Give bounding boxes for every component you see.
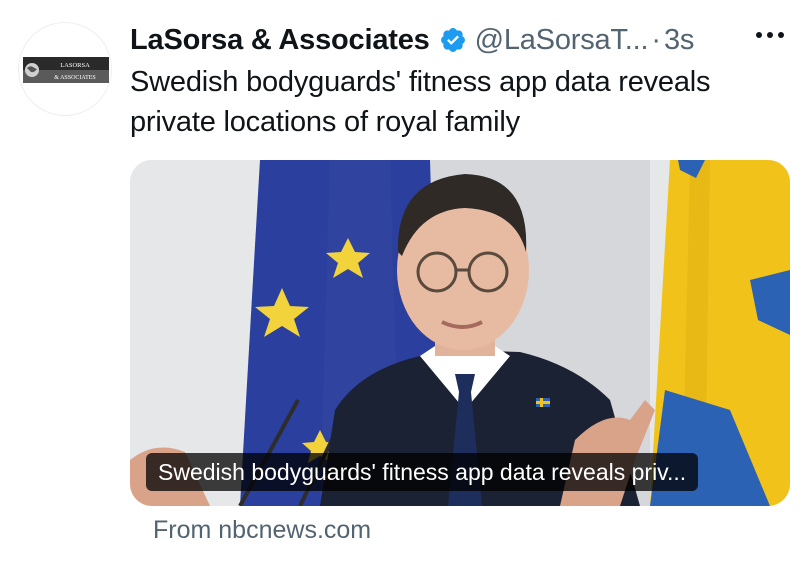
logo-text-bottom: & ASSOCIATES xyxy=(54,75,96,81)
display-name[interactable]: LaSorsa & Associates xyxy=(130,24,430,57)
avatar[interactable]: LASORSA & ASSOCIATES xyxy=(18,22,112,116)
tweet[interactable]: LASORSA & ASSOCIATES LaSorsa & Associate… xyxy=(0,0,808,561)
more-dots-icon[interactable] xyxy=(756,32,784,38)
timestamp[interactable]: 3s xyxy=(664,24,694,57)
card-caption: Swedish bodyguards' fitness app data rev… xyxy=(146,453,699,491)
link-source[interactable]: From nbcnews.com xyxy=(153,516,371,545)
user-handle[interactable]: @LaSorsaT... xyxy=(475,24,649,57)
company-logo: LASORSA & ASSOCIATES xyxy=(23,57,109,83)
separator-dot: · xyxy=(651,23,661,56)
logo-text-top: LASORSA xyxy=(60,62,90,69)
tweet-text: Swedish bodyguards' fitness app data rev… xyxy=(130,66,711,138)
link-card[interactable]: Swedish bodyguards' fitness app data rev… xyxy=(130,160,790,506)
tweet-header: LaSorsa & Associates @LaSorsaT... · 3s xyxy=(130,20,788,60)
verified-badge-icon[interactable] xyxy=(439,26,467,54)
